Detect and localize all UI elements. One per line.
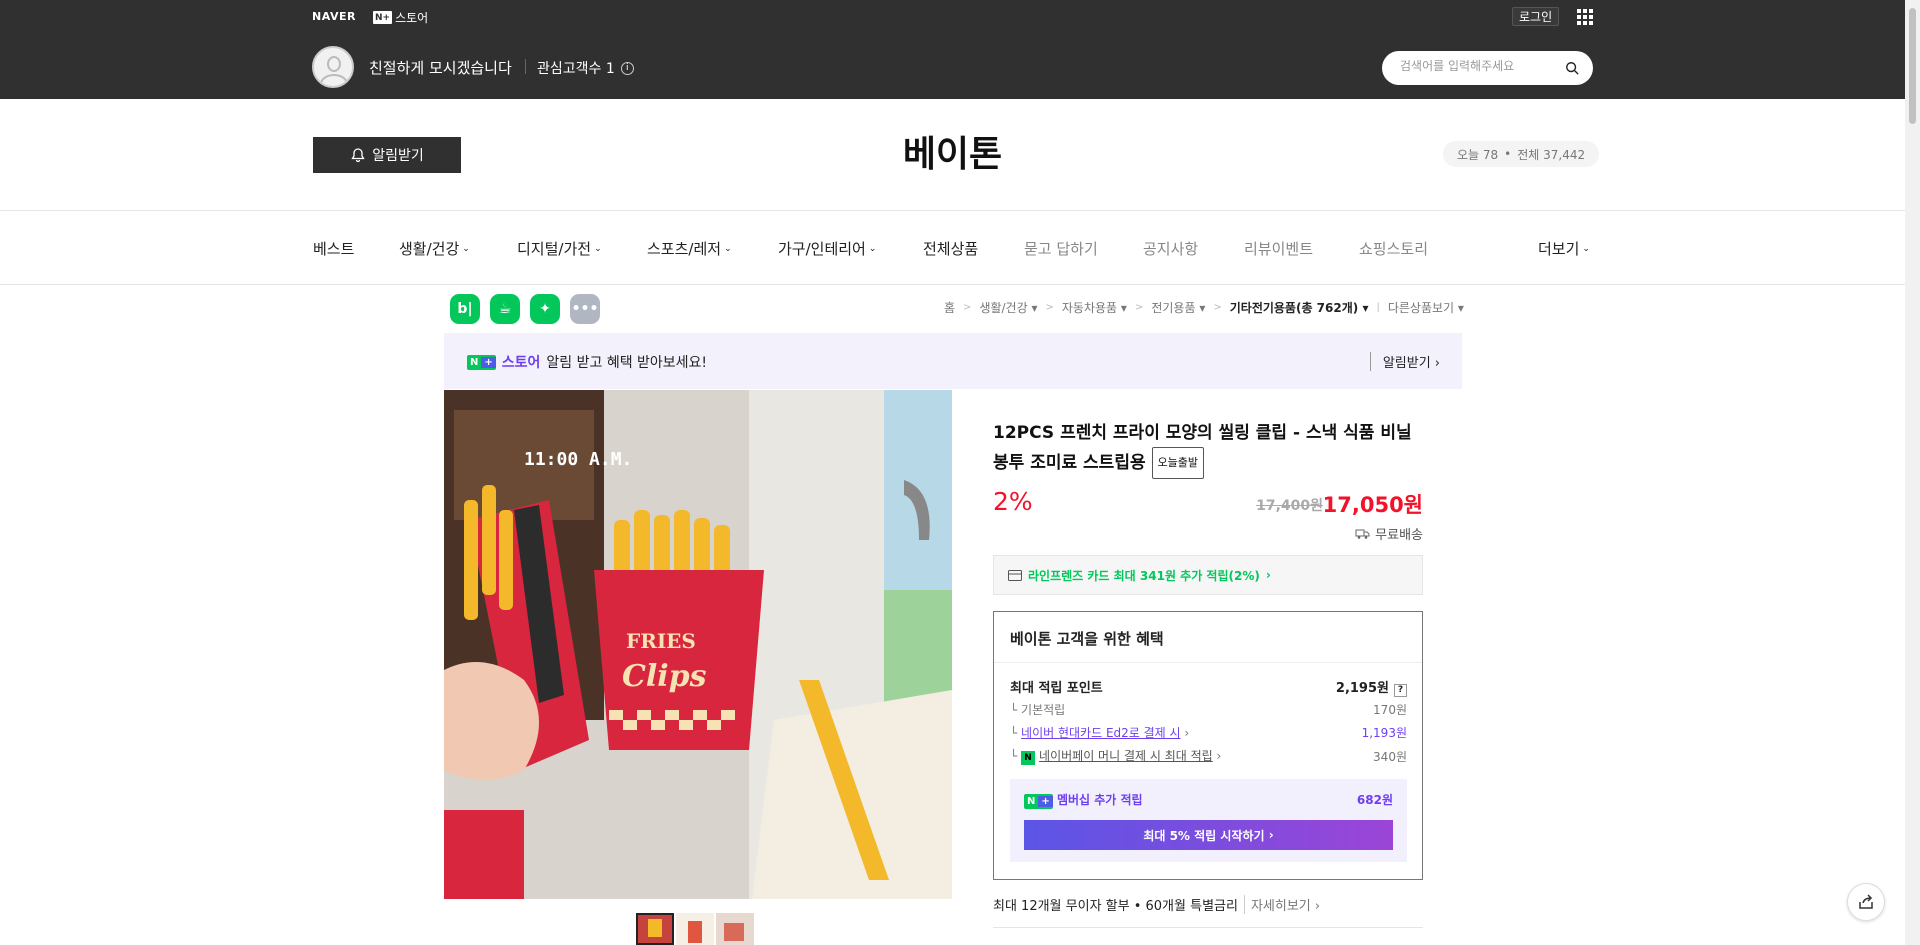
shop-title[interactable]: 베이톤 — [0, 125, 1905, 177]
nav-item-qna[interactable]: 묻고 답하기 — [1024, 238, 1098, 259]
breadcrumb-current[interactable]: 기타전기용품(총 762개) ▾ — [1230, 299, 1369, 316]
card-point-row: └ 네이버 현대카드 Ed2로 결제 시 › 1,193원 — [1010, 726, 1407, 740]
installment-more-link[interactable]: 자세히보기 › — [1243, 895, 1320, 914]
nav-item-notice[interactable]: 공지사항 — [1143, 238, 1198, 259]
bookmark-icon[interactable]: ✦ — [530, 294, 560, 324]
login-button[interactable]: 로그인 — [1512, 7, 1560, 26]
blog-icon[interactable]: b| — [450, 294, 480, 324]
store-label: 스토어 — [395, 11, 429, 25]
nplus-badge: N+ — [373, 11, 393, 24]
image-time-text: 11:00 A.M. — [524, 449, 632, 470]
search-input[interactable] — [1400, 59, 1555, 73]
thumbnail-2[interactable] — [676, 913, 714, 945]
divider — [525, 59, 526, 74]
original-price: 17,400원 — [1256, 498, 1323, 514]
breadcrumb-living[interactable]: 생활/건강 ▾ — [979, 299, 1037, 316]
nav-item-all[interactable]: 전체상품 — [923, 238, 978, 259]
shop-avatar — [312, 46, 354, 88]
breadcrumb: 홈 > 생활/건강 ▾ > 자동차용품 ▾ > 전기용품 ▾ > 기타전기용품(… — [944, 299, 1464, 316]
chevron-down-icon: ⌄ — [724, 243, 732, 254]
chevron-down-icon: ⌄ — [868, 243, 877, 254]
category-nav: 베스트 생활/건강 ⌄ 디지털/가전 ⌄ 스포츠/레저 ⌄ 가구/인테리어 ⌄ 전체상품… — [0, 211, 1920, 285]
today-ship-tag: 오늘출발 — [1151, 447, 1205, 479]
naver-store-link[interactable]: N+ 스토어 — [373, 9, 428, 26]
pay-point-row: └ N 네이버페이 머니 결제 시 최대 적립 › 340원 — [1010, 749, 1407, 765]
naver-logo[interactable]: NAVER — [312, 10, 356, 23]
benefit-title: 베이톤 고객을 위한 혜택 — [1010, 630, 1164, 648]
share-icon — [1859, 894, 1873, 909]
sale-price: 17,050원 — [1322, 493, 1423, 517]
nplus-membership-icon: N + — [1024, 794, 1053, 809]
page-scrollbar[interactable] — [1905, 0, 1920, 945]
visitor-count: 오늘 78 • 전체 37,442 — [1443, 141, 1600, 167]
breadcrumb-electric[interactable]: 전기용품 ▾ — [1151, 299, 1205, 316]
shop-header: 알림받기 베이톤 오늘 78 • 전체 37,442 — [0, 99, 1920, 211]
top-bar: NAVER N+ 스토어 로그인 친절하게 모시겠습니다 관심고객수 1 i — [0, 0, 1920, 99]
breadcrumb-home[interactable]: 홈 — [944, 299, 955, 316]
discount-rate: 2% — [993, 487, 1033, 516]
nplus-store-icon: N + — [467, 354, 496, 370]
more-icon[interactable]: ••• — [570, 294, 600, 324]
installment-info: 최대 12개월 무이자 할부 • 60개월 특별금리 자세히보기 › — [993, 895, 1320, 914]
apps-grid-icon[interactable] — [1577, 9, 1593, 25]
nav-more-button[interactable]: 더보기 ⌄ — [1538, 238, 1590, 259]
hyundai-card-link[interactable]: 네이버 현대카드 Ed2로 결제 시 — [1021, 726, 1181, 740]
greeting-text: 친절하게 모시겠습니다 — [369, 59, 512, 77]
image-thumbnails — [636, 913, 754, 945]
info-icon[interactable]: i — [620, 61, 634, 75]
card-benefit-link[interactable]: 라인프렌즈 카드 최대 341원 추가 적립(2%) › — [993, 555, 1423, 595]
chevron-down-icon: ⌄ — [594, 243, 602, 254]
benefit-box: 베이톤 고객을 위한 혜택 최대 적립 포인트 2,195원? └ 기본적립 1… — [993, 611, 1423, 880]
max-point-row: 최대 적립 포인트 2,195원? — [1010, 677, 1407, 697]
store-word: 스토어 — [501, 355, 541, 371]
dot-separator: • — [1504, 147, 1512, 161]
search-box — [1382, 51, 1593, 85]
banner-message: 알림 받고 혜택 받아보세요! — [546, 355, 708, 371]
membership-box: N + 멤버십 추가 적립 682원 최대 5% 적립 시작하기 › — [1010, 779, 1407, 862]
nav-item-shopping-story[interactable]: 쇼핑스토리 — [1359, 238, 1428, 259]
followers-label: 관심고객수 1 — [537, 61, 615, 77]
breadcrumb-car[interactable]: 자동차용품 ▾ — [1062, 299, 1127, 316]
naverpay-icon: N — [1021, 751, 1036, 765]
nav-item-furniture[interactable]: 가구/인테리어 ⌄ — [778, 238, 876, 259]
base-point-row: └ 기본적립 170원 — [1010, 703, 1407, 717]
nav-item-sports[interactable]: 스포츠/레저 ⌄ — [647, 238, 732, 259]
shipping-info: 무료배송 — [1355, 524, 1423, 543]
sns-share-row: b| ☕ ✦ ••• — [450, 294, 600, 324]
naverpay-link[interactable]: 네이버페이 머니 결제 시 최대 적립 — [1039, 749, 1213, 763]
total-visitors: 전체 37,442 — [1517, 147, 1586, 162]
chevron-down-icon: ⌄ — [1582, 243, 1590, 254]
cafe-icon[interactable]: ☕ — [490, 294, 520, 324]
nav-item-digital[interactable]: 디지털/가전 ⌄ — [517, 238, 602, 259]
product-title: 12PCS 프렌치 프라이 모양의 씰링 클립 - 스낵 식품 비닐 봉투 조미… — [993, 419, 1423, 479]
share-button[interactable] — [1847, 883, 1885, 921]
truck-icon — [1355, 529, 1370, 539]
nav-item-review-event[interactable]: 리뷰이벤트 — [1244, 238, 1313, 259]
thumbnail-1[interactable] — [636, 913, 674, 945]
thumbnail-3[interactable] — [716, 913, 754, 945]
chevron-down-icon: ⌄ — [462, 243, 470, 254]
card-icon — [1008, 569, 1022, 581]
followers-count: 관심고객수 1 i — [537, 58, 634, 78]
membership-start-button[interactable]: 최대 5% 적립 시작하기 › — [1024, 820, 1393, 850]
store-notify-banner: N + 스토어 알림 받고 혜택 받아보세요! 알림받기 › — [444, 333, 1462, 389]
banner-alarm-link[interactable]: 알림받기 › — [1369, 352, 1440, 371]
product-main-image[interactable]: FRIES Clips 11:00 A.M. — [444, 390, 952, 899]
nav-item-best[interactable]: 베스트 — [313, 238, 354, 259]
help-icon[interactable]: ? — [1394, 683, 1407, 697]
image-clips-text: Clips — [622, 659, 707, 694]
image-fries-text: FRIES — [626, 629, 696, 653]
search-icon[interactable] — [1565, 61, 1579, 75]
breadcrumb-other[interactable]: 다른상품보기 ▾ — [1388, 299, 1464, 316]
today-visitors: 오늘 78 — [1457, 147, 1499, 162]
nav-item-living[interactable]: 생활/건강 ⌄ — [399, 238, 470, 259]
